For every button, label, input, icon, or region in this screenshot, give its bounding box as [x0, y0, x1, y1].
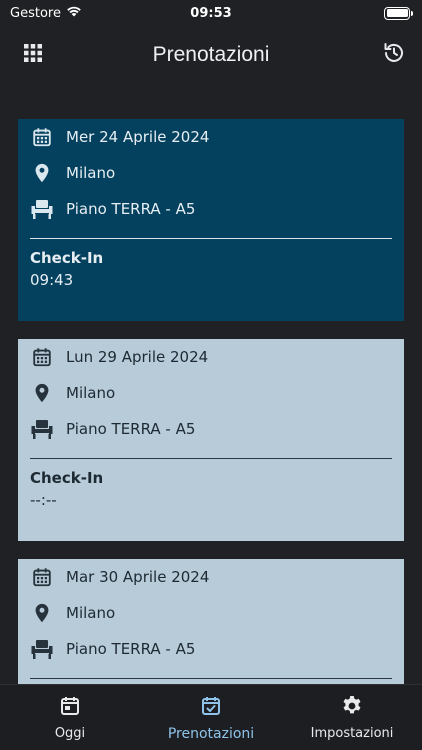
booking-location: Milano: [66, 164, 116, 182]
seat-icon: [30, 637, 54, 661]
gear-icon: [340, 694, 364, 722]
checkin-label: Check-In: [30, 249, 104, 267]
location-pin-icon: [30, 381, 54, 405]
tab-bar: Oggi Prenotazioni Impostazioni: [0, 684, 422, 750]
tab-label: Prenotazioni: [167, 726, 255, 742]
booking-date-row: Lun 29 Aprile 2024: [30, 339, 392, 375]
calendar-icon: [30, 125, 54, 149]
checkin-label: Check-In: [30, 469, 104, 487]
booking-location-row: Milano: [30, 595, 392, 631]
booking-date: Lun 29 Aprile 2024: [66, 348, 209, 366]
divider: [30, 238, 392, 239]
calendar-icon: [30, 565, 54, 589]
booking-location: Milano: [66, 384, 116, 402]
tab-label: Impostazioni: [310, 726, 394, 741]
divider: [30, 678, 392, 679]
booking-seat-row: Piano TERRA - A5: [30, 411, 392, 447]
tab-impostazioni[interactable]: Impostazioni: [282, 685, 422, 750]
checkin-time: --:--: [30, 491, 57, 509]
booking-location: Milano: [66, 604, 116, 622]
tab-label: Oggi: [54, 726, 86, 741]
calendar-icon: [58, 694, 82, 722]
divider: [30, 458, 392, 459]
booking-location-row: Milano: [30, 375, 392, 411]
status-bar: Gestore 09:53: [0, 0, 422, 26]
page-title: Prenotazioni: [152, 43, 270, 66]
booking-card[interactable]: Lun 29 Aprile 2024 Milano Piano TERRA - …: [18, 339, 404, 541]
tab-oggi[interactable]: Oggi: [0, 685, 140, 750]
booking-date-row: Mar 30 Aprile 2024: [30, 559, 392, 595]
booking-seat: Piano TERRA - A5: [66, 420, 196, 438]
seat-icon: [30, 417, 54, 441]
booking-card[interactable]: Mer 24 Aprile 2024 Milano Piano TERRA - …: [18, 119, 404, 321]
calendar-icon: [30, 345, 54, 369]
history-button[interactable]: [379, 40, 409, 70]
booking-date: Mer 24 Aprile 2024: [66, 128, 210, 146]
history-icon: [382, 41, 406, 69]
grid-menu-button[interactable]: [18, 40, 48, 70]
booking-seat: Piano TERRA - A5: [66, 640, 196, 658]
booking-date: Mar 30 Aprile 2024: [66, 568, 210, 586]
calendar-check-icon: [199, 694, 223, 722]
location-pin-icon: [30, 601, 54, 625]
app-header: Prenotazioni: [0, 26, 422, 84]
booking-date-row: Mer 24 Aprile 2024: [30, 119, 392, 155]
booking-seat-row: Piano TERRA - A5: [30, 631, 392, 667]
seat-icon: [30, 197, 54, 221]
wifi-icon: [66, 5, 82, 21]
booking-card[interactable]: Mar 30 Aprile 2024 Milano Piano TERRA - …: [18, 559, 404, 684]
grid-icon: [23, 43, 43, 67]
status-left: Gestore: [10, 5, 82, 21]
bookings-list[interactable]: Mer 24 Aprile 2024 Milano Piano TERRA - …: [18, 104, 404, 684]
booking-location-row: Milano: [30, 155, 392, 191]
booking-seat-row: Piano TERRA - A5: [30, 191, 392, 227]
checkin-time: 09:43: [30, 271, 74, 289]
carrier-label: Gestore: [10, 5, 61, 21]
booking-seat: Piano TERRA - A5: [66, 200, 196, 218]
location-pin-icon: [30, 161, 54, 185]
battery-icon: [384, 6, 413, 20]
tab-prenotazioni[interactable]: Prenotazioni: [141, 685, 281, 750]
